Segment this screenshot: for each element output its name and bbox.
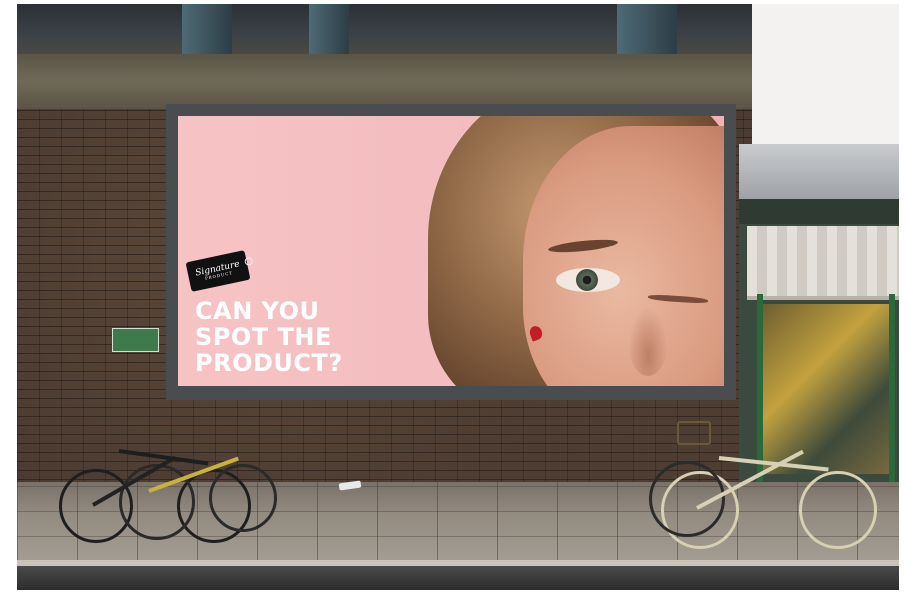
wall-plaque: [112, 328, 159, 352]
stone-lintel: [17, 54, 752, 109]
bicycle-group-right: [649, 416, 879, 551]
shop-post: [889, 294, 895, 489]
bicycle-basket: [677, 421, 711, 445]
billboard-ad: Signature PRODUCT CAN YOU SPOT THE PRODU…: [178, 116, 724, 386]
headline-line-2: SPOT THE: [195, 323, 332, 351]
road: [17, 566, 899, 590]
brand-logo-text: Signature PRODUCT: [194, 259, 242, 282]
bridge-girder: [182, 4, 232, 54]
brand-logo: Signature PRODUCT: [185, 250, 251, 292]
model-nose: [628, 306, 668, 376]
bridge-girder: [617, 4, 677, 54]
model-iris: [576, 269, 598, 291]
billboard-frame: Signature PRODUCT CAN YOU SPOT THE PRODU…: [166, 104, 736, 400]
railway-bridge: [17, 4, 757, 54]
headline-line-3: PRODUCT?: [195, 349, 343, 377]
bicycle-group-left: [59, 419, 277, 544]
bicycle-wheel: [799, 471, 877, 549]
model-eye: [556, 268, 620, 292]
bicycle-wheel: [209, 464, 277, 532]
sky: [752, 4, 899, 154]
street-scene: Signature PRODUCT CAN YOU SPOT THE PRODU…: [17, 4, 899, 590]
billboard-headline: CAN YOU SPOT THE PRODUCT?: [195, 298, 455, 376]
shop-sign: [739, 144, 899, 199]
shop-band: [739, 199, 899, 224]
bridge-girder: [309, 4, 349, 54]
headline-line-1: CAN YOU: [195, 297, 320, 325]
shop-awning: [747, 226, 899, 300]
